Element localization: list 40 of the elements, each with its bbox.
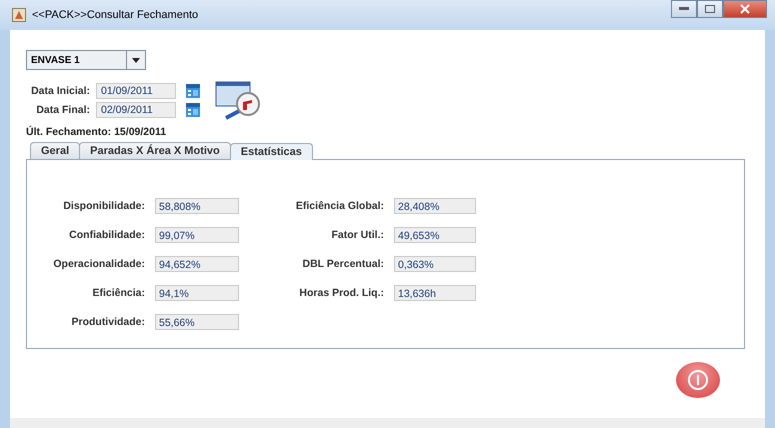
field-label: Produtividade: [70, 316, 145, 328]
caret-icon [132, 58, 140, 62]
value-field: 28,408% [394, 198, 476, 214]
minimize-button[interactable] [671, 0, 697, 18]
power-icon [687, 369, 709, 391]
close-button[interactable] [723, 0, 767, 18]
maximize-icon [705, 5, 715, 13]
value-field: 13,636h [394, 285, 476, 301]
window-title: <<PACK>>Consultar Fechamento [32, 9, 198, 21]
date-field[interactable]: 02/09/2011 [96, 102, 176, 118]
calendar-icon[interactable] [186, 84, 200, 98]
date-label: Data Inicial: [30, 84, 90, 96]
value-field: 58,808% [155, 198, 239, 214]
field-label: Fator Util.: [330, 229, 384, 241]
field-label: DBL Percentual: [302, 258, 384, 270]
value-field: 99,07% [155, 227, 239, 243]
close-icon [740, 4, 750, 14]
power-button[interactable] [676, 362, 720, 398]
value-field: 49,653% [394, 227, 476, 243]
field-label: Disponibilidade: [62, 200, 145, 212]
value-field: 0,363% [394, 256, 476, 272]
calendar-icon[interactable] [186, 102, 200, 116]
tab[interactable]: Estatísticas [230, 143, 313, 160]
date-field[interactable]: 01/09/2011 [96, 82, 176, 98]
tab[interactable]: Paradas X Área X Motivo [79, 142, 231, 159]
maximize-button[interactable] [697, 0, 723, 18]
line-dropdown[interactable]: ENVASE 1 [26, 50, 146, 70]
value-field: 94,652% [155, 256, 239, 272]
field-label: Confiabilidade: [68, 229, 145, 241]
value-field: 55,66% [155, 314, 239, 330]
tab[interactable]: Geral [30, 142, 80, 159]
app-icon [12, 8, 26, 22]
field-label: Eficiência Global: [294, 200, 384, 212]
field-label: Operacionalidade: [52, 258, 145, 270]
minimize-icon [679, 7, 689, 11]
value-field: 94,1% [155, 285, 239, 301]
last-closing-text: Últ. Fechamento: 15/09/2011 [26, 126, 168, 138]
date-label: Data Final: [35, 104, 90, 116]
field-label: Horas Prod. Liq.: [298, 287, 384, 299]
field-label: Eficiência: [91, 287, 145, 299]
